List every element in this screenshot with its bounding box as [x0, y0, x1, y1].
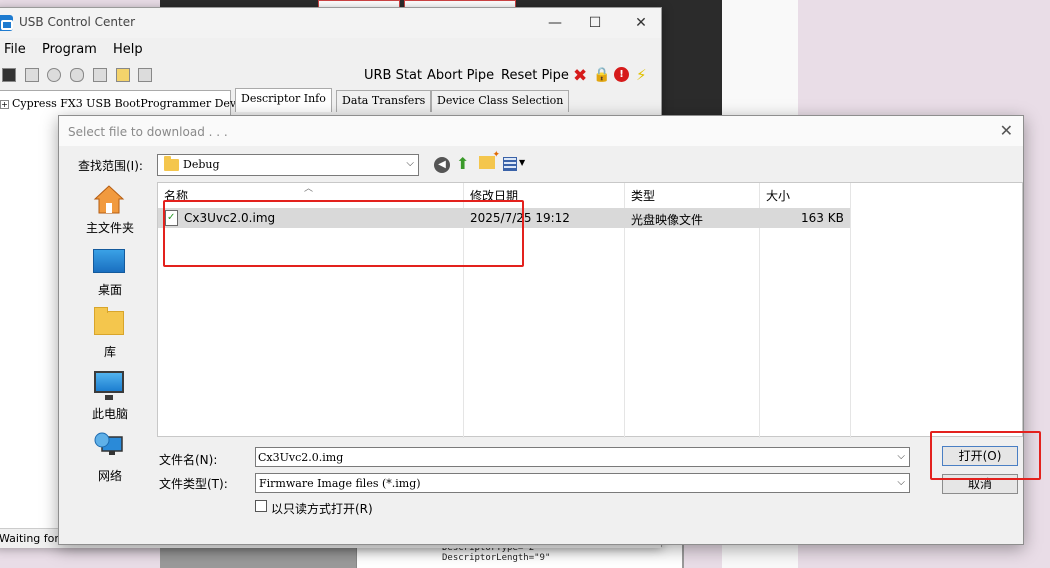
place-desktop[interactable]: 桌面 [69, 243, 151, 303]
tab-strip: Descriptor Info Data Transfers Device Cl… [235, 88, 657, 112]
look-in-dropdown[interactable]: Debug ⌵ [157, 154, 419, 176]
menu-bar: File Program Help [0, 38, 661, 62]
readonly-checkbox[interactable] [255, 500, 267, 512]
place-label: 库 [103, 345, 116, 359]
readonly-label[interactable]: 以只读方式打开(R) [271, 500, 373, 517]
network-icon [94, 432, 123, 455]
file-name-label: 文件名(N): [159, 453, 218, 467]
file-name-input[interactable] [258, 449, 878, 465]
menu-file[interactable]: File [4, 42, 26, 57]
sort-ascending-icon: ︿ [304, 184, 314, 194]
place-this-pc[interactable]: 此电脑 [69, 367, 151, 427]
file-type-label: 文件类型(T): [159, 477, 228, 491]
file-type-value: Firmware Image files (*.img) [259, 477, 421, 490]
close-icon[interactable]: ✕ [621, 12, 661, 34]
chevron-down-icon[interactable]: ▼ [519, 158, 525, 167]
places-bar: 主文件夹 桌面 库 此电脑 网络 [69, 181, 151, 491]
file-size: 163 KB [801, 211, 844, 225]
reset-pipe-button[interactable]: Reset Pipe [501, 68, 569, 83]
abort-pipe-button[interactable]: Abort Pipe [427, 68, 494, 83]
annotation-highlight-file [163, 200, 524, 267]
chat-icon[interactable] [70, 68, 84, 82]
minimize-icon[interactable]: — [535, 12, 575, 34]
log-line: DescriptorLength="9" [442, 553, 551, 563]
place-label: 桌面 [97, 283, 122, 297]
maximize-icon[interactable]: ☐ [575, 12, 615, 34]
title-bar: USB Control Center — ☐ ✕ [0, 8, 661, 38]
place-network[interactable]: 网络 [69, 429, 151, 489]
dialog-title: Select file to download . . . [68, 125, 228, 139]
dialog-title-bar: Select file to download . . . ✕ [59, 116, 1023, 146]
clock-icon[interactable] [47, 68, 61, 82]
tab-device-class-selection[interactable]: Device Class Selection [431, 90, 570, 112]
print-icon[interactable] [116, 68, 130, 82]
cross-icon[interactable]: ✖ [573, 66, 587, 86]
tree-item-label: Cypress FX3 USB BootProgrammer Device [12, 97, 253, 110]
desktop-icon [93, 249, 125, 273]
column-type[interactable]: 类型 [631, 187, 655, 204]
chevron-down-icon: ⌵ [406, 158, 414, 169]
chevron-down-icon[interactable]: ⌵ [897, 451, 905, 462]
close-icon[interactable]: ✕ [1000, 121, 1013, 140]
lock-icon[interactable]: 🔒 [593, 67, 610, 83]
tab-data-transfers[interactable]: Data Transfers [336, 90, 432, 112]
place-label: 网络 [97, 469, 122, 483]
look-in-value: Debug [183, 158, 220, 171]
column-divider[interactable] [850, 183, 851, 438]
file-type: 光盘映像文件 [631, 213, 704, 227]
look-in-label: 查找范围(I): [78, 159, 143, 173]
play-icon[interactable] [138, 68, 152, 82]
place-library[interactable]: 库 [69, 305, 151, 365]
select-file-dialog: Select file to download . . . ✕ 查找范围(I):… [58, 115, 1024, 545]
new-folder-icon[interactable] [479, 150, 500, 169]
menu-program[interactable]: Program [42, 42, 97, 57]
tree-item-device[interactable]: + Cypress FX3 USB BootProgrammer Device [0, 97, 252, 110]
expand-icon[interactable]: + [0, 100, 9, 109]
computer-icon [94, 371, 124, 400]
home-icon [93, 185, 125, 214]
file-name-combobox[interactable]: ⌵ [255, 447, 910, 467]
file-type-dropdown[interactable]: Firmware Image files (*.img) ⌵ [255, 473, 910, 493]
stop-icon[interactable] [25, 68, 39, 82]
place-label: 主文件夹 [85, 221, 134, 235]
menu-help[interactable]: Help [113, 42, 143, 57]
folder-icon [94, 307, 124, 335]
window-title: USB Control Center [19, 15, 136, 29]
tab-descriptor-info[interactable]: Descriptor Info [235, 88, 332, 112]
lightning-icon[interactable]: ⚡ [636, 66, 647, 84]
usb-app-icon [0, 15, 13, 31]
device-icon[interactable] [2, 68, 16, 82]
chevron-down-icon[interactable]: ⌵ [897, 477, 905, 488]
annotation-highlight-open-button [930, 431, 1041, 480]
toolbar: URB Stat Abort Pipe Reset Pipe ✖ 🔒 ! ⚡ [0, 63, 661, 89]
urb-stat-button[interactable]: URB Stat [364, 68, 422, 83]
folder-icon [164, 156, 179, 171]
view-menu-icon[interactable] [503, 157, 517, 171]
stop-sign-icon[interactable]: ! [614, 67, 629, 82]
up-folder-icon[interactable]: ⬆ [456, 154, 469, 173]
place-home[interactable]: 主文件夹 [69, 181, 151, 241]
tools-icon[interactable] [93, 68, 107, 82]
column-size[interactable]: 大小 [766, 187, 790, 204]
back-icon[interactable]: ◀ [434, 157, 450, 173]
place-label: 此电脑 [91, 407, 128, 421]
